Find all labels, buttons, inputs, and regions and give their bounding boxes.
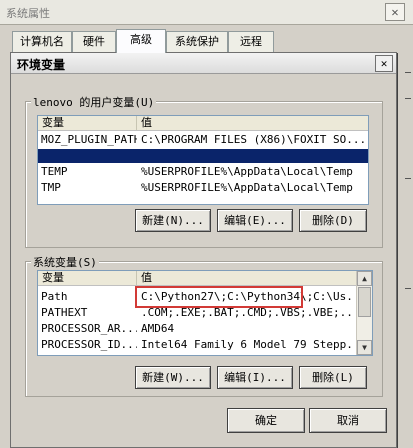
tab-remote[interactable]: 远程	[228, 31, 274, 52]
column-header-value[interactable]: 值	[137, 271, 351, 285]
system-properties-titlebar: 系统属性 ✕	[0, 0, 413, 25]
variable-name: Path	[41, 290, 68, 303]
user-new-button[interactable]: 新建(N)...	[135, 209, 211, 232]
scroll-up-arrow-icon[interactable]: ▲	[357, 271, 372, 286]
system-delete-button[interactable]: 删除(L)	[299, 366, 367, 389]
user-variable-row[interactable]: MOZ_PLUGIN_PATH C:\PROGRAM FILES (X86)\F…	[38, 133, 368, 147]
variable-name: TEMP	[41, 165, 68, 178]
system-properties-panel-edge	[395, 70, 413, 446]
system-variables-list[interactable]: 变量 值 Path C:\Python27\;C:\Python34\;C:\U…	[37, 270, 373, 356]
path-highlight-box	[135, 286, 303, 308]
system-new-button[interactable]: 新建(W)...	[135, 366, 211, 389]
dialog-titlebar: 环境变量 ✕	[11, 53, 396, 74]
variable-value: .COM;.EXE;.BAT;.CMD;.VBS;.VBE;...	[141, 306, 353, 319]
system-properties-title: 系统属性	[6, 7, 50, 20]
column-header-variable[interactable]: 变量	[38, 116, 137, 130]
column-header-variable[interactable]: 变量	[38, 271, 137, 285]
user-variables-list[interactable]: 变量 值 MOZ_PLUGIN_PATH C:\PROGRAM FILES (X…	[37, 115, 369, 205]
variable-value: C:\PROGRAM FILES (X86)\FOXIT SO...	[141, 133, 366, 146]
edge-tick	[405, 98, 411, 99]
variable-value: %USERPROFILE%\AppData\Local\Temp	[141, 165, 353, 178]
tab-computer-name[interactable]: 计算机名	[12, 31, 72, 52]
system-edit-button[interactable]: 编辑(I)...	[217, 366, 293, 389]
scroll-thumb[interactable]	[358, 287, 371, 317]
tab-advanced[interactable]: 高级	[116, 29, 166, 53]
system-list-scrollbar[interactable]: ▲ ▼	[356, 271, 372, 355]
edge-tick	[405, 178, 411, 179]
system-list-header: 变量 值	[38, 271, 356, 286]
user-variable-row-selected[interactable]	[38, 149, 368, 163]
user-variable-row[interactable]: TMP %USERPROFILE%\AppData\Local\Temp	[38, 181, 368, 195]
tab-system-protection[interactable]: 系统保护	[166, 31, 228, 52]
system-variable-row[interactable]: PATHEXT .COM;.EXE;.BAT;.CMD;.VBS;.VBE;..…	[38, 306, 356, 320]
variable-name: PROCESSOR_ID...	[41, 338, 137, 351]
scroll-down-arrow-icon[interactable]: ▼	[357, 340, 372, 355]
user-delete-button[interactable]: 删除(D)	[299, 209, 367, 232]
user-variable-row[interactable]: TEMP %USERPROFILE%\AppData\Local\Temp	[38, 165, 368, 179]
variable-name: PATHEXT	[41, 306, 88, 319]
cancel-button[interactable]: 取消	[309, 408, 387, 433]
ok-button[interactable]: 确定	[227, 408, 305, 433]
system-properties-close-button[interactable]: ✕	[385, 3, 405, 21]
column-header-value[interactable]: 值	[137, 116, 367, 130]
user-list-header: 变量 值	[38, 116, 368, 131]
variable-value: Intel64 Family 6 Model 79 Stepp...	[141, 338, 353, 351]
tab-hardware[interactable]: 硬件	[72, 31, 116, 52]
user-variables-label: lenovo 的用户变量(U)	[31, 94, 157, 110]
user-edit-button[interactable]: 编辑(E)...	[217, 209, 293, 232]
variable-name: PROCESSOR_AR...	[41, 322, 137, 335]
system-variables-label: 系统变量(S)	[31, 254, 99, 270]
edge-tick	[405, 72, 411, 73]
system-variable-row[interactable]: PROCESSOR_ID... Intel64 Family 6 Model 7…	[38, 338, 356, 352]
variable-name: MOZ_PLUGIN_PATH	[41, 133, 137, 146]
environment-variables-dialog: 环境变量 ✕ lenovo 的用户变量(U) 变量 值 MOZ_PLUGIN_P…	[10, 52, 397, 448]
variable-value: %USERPROFILE%\AppData\Local\Temp	[141, 181, 353, 194]
dialog-close-button[interactable]: ✕	[375, 55, 393, 72]
variable-value: AMD64	[141, 322, 175, 335]
edge-tick	[405, 288, 411, 289]
system-variable-row[interactable]: PROCESSOR_AR... AMD64	[38, 322, 356, 336]
dialog-title: 环境变量	[17, 58, 66, 72]
variable-name: TMP	[41, 181, 61, 194]
